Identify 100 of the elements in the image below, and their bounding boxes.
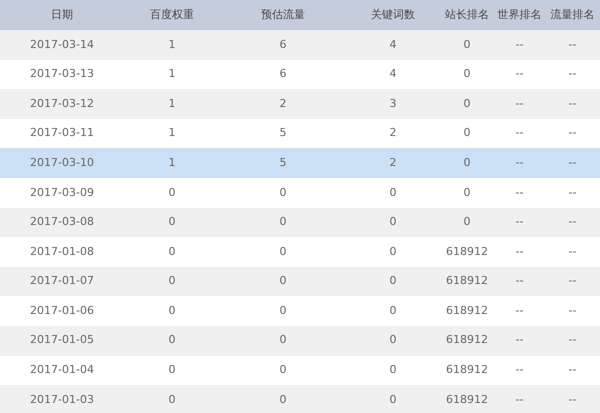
column-header: 站长排名 [445, 6, 489, 23]
table-cell-text: 5 [280, 125, 286, 142]
table-cell-text: 2 [390, 125, 396, 142]
table-cell-text: 2017-03-12 [30, 96, 94, 112]
table-cell-text: 2017-01-07 [30, 273, 94, 290]
table-cell-text: 1 [168, 154, 176, 171]
column-header: 百度权重 [150, 6, 194, 23]
table-cell-text: 618912 [446, 273, 488, 290]
table-cell-text: -- [516, 66, 524, 82]
table-cell-text: 2017-01-05 [30, 332, 94, 348]
table-row[interactable]: 2017-03-10 1 5 2 0 -- -- [0, 148, 600, 178]
table-cell-text: 0 [464, 36, 470, 53]
table-cell-text: 4 [390, 36, 396, 53]
table-cell-text: 0 [280, 214, 286, 230]
table-cell-text: 618912 [446, 302, 488, 319]
table-cell-text: 0 [464, 154, 470, 171]
table-cell-text: 2017-03-09 [30, 184, 94, 201]
table-cell-text: 2 [390, 154, 396, 171]
table-cell-text: -- [568, 244, 576, 260]
table-cell-text: 2017-01-03 [30, 392, 94, 408]
table-cell-text: -- [516, 273, 524, 290]
table-row[interactable]: 2017-03-12 1 2 3 0 -- -- [0, 89, 600, 119]
table-cell-text: -- [568, 96, 576, 112]
table-cell-text: 1 [168, 66, 176, 82]
table-cell-text: 0 [280, 302, 286, 319]
table-row[interactable]: 2017-01-03 0 0 0 618912 -- -- [0, 385, 600, 413]
table-cell-text: 0 [280, 244, 286, 260]
table-cell-text: 618912 [446, 392, 488, 408]
table-cell-text: -- [516, 214, 524, 230]
table-cell-text: 6 [280, 36, 286, 53]
table-cell-text: 2017-03-08 [30, 214, 94, 230]
table-cell-text: 0 [168, 392, 176, 408]
table-cell-text: -- [516, 125, 524, 142]
table-cell-text: -- [516, 96, 524, 112]
table-cell-text: 0 [168, 362, 176, 378]
column-header: 预估流量 [261, 6, 305, 23]
table-cell-text: -- [568, 125, 576, 142]
column-header: 世界排名 [498, 6, 542, 23]
table-cell-text: 0 [390, 302, 396, 319]
table-row[interactable]: 2017-01-07 0 0 0 618912 -- -- [0, 266, 600, 296]
table-cell-text: 2017-03-11 [30, 125, 94, 142]
table-cell-text: -- [516, 184, 524, 201]
table-cell-text: -- [568, 184, 576, 201]
table-cell-text: 0 [390, 184, 396, 201]
table-cell-text: 0 [280, 392, 286, 408]
table-cell-text: -- [568, 332, 576, 348]
table-cell-text: 1 [168, 96, 176, 112]
table-cell-text: 618912 [446, 244, 488, 260]
table-row[interactable]: 2017-01-05 0 0 0 618912 -- -- [0, 326, 600, 356]
table-row[interactable]: 2017-03-14 1 6 4 0 -- -- [0, 30, 600, 60]
table-cell-text: -- [568, 302, 576, 319]
table-cell-text: 0 [168, 184, 176, 201]
table-cell-text: 0 [168, 244, 176, 260]
table-cell-text: 0 [168, 332, 176, 348]
table-cell-text: 0 [390, 214, 396, 230]
column-header: 流量排名 [550, 6, 594, 23]
table-cell-text: -- [568, 362, 576, 378]
table-cell-text: -- [568, 392, 576, 408]
table-cell-text: 0 [390, 244, 396, 260]
table-cell-text: 2017-01-06 [30, 302, 94, 319]
table-cell-text: -- [568, 66, 576, 82]
table-cell-text: 0 [280, 362, 286, 378]
table-cell-text: 3 [390, 96, 396, 112]
column-header: 关键词数 [371, 6, 415, 23]
table-cell-text: 0 [464, 184, 470, 201]
table-cell-text: 618912 [446, 362, 488, 378]
table-cell-text: -- [516, 332, 524, 348]
table-cell-text: -- [516, 244, 524, 260]
table-cell-text: 0 [390, 273, 396, 290]
table-cell-text: -- [568, 36, 576, 53]
table-cell-text: 0 [464, 214, 470, 230]
column-header: 日期 [51, 6, 73, 23]
table-cell-text: -- [516, 302, 524, 319]
table-cell-text: 0 [168, 273, 176, 290]
table-cell-text: 2017-01-08 [30, 244, 94, 260]
table-cell-text: 0 [280, 273, 286, 290]
table-cell-text: 0 [280, 184, 286, 201]
table-cell-text: 2017-03-10 [30, 154, 94, 171]
table-cell-text: 0 [464, 66, 470, 82]
table-cell-text: 2 [280, 96, 286, 112]
table-cell-text: 0 [390, 362, 396, 378]
table-cell-text: 0 [390, 332, 396, 348]
table-cell-text: 0 [390, 392, 396, 408]
table-cell-text: -- [568, 273, 576, 290]
table-cell-text: -- [568, 154, 576, 171]
table-cell-text: -- [516, 392, 524, 408]
table-row[interactable]: 2017-03-08 0 0 0 0 -- -- [0, 208, 600, 238]
table-cell-text: 2017-03-13 [30, 66, 94, 82]
table-cell-text: 2017-01-04 [30, 362, 94, 378]
table-cell-text: 6 [280, 66, 286, 82]
table-cell-text: 1 [168, 36, 176, 53]
table-cell-text: 1 [168, 125, 176, 142]
table-cell-text: -- [568, 214, 576, 230]
table-cell-text: 2017-03-14 [30, 36, 94, 53]
table-cell-text: 0 [168, 214, 176, 230]
table-cell-text: 0 [280, 332, 286, 348]
table-cell-text: 0 [464, 96, 470, 112]
table-cell-text: 5 [280, 154, 286, 171]
table-cell-text: -- [516, 154, 524, 171]
table-cell-text: 0 [168, 302, 176, 319]
